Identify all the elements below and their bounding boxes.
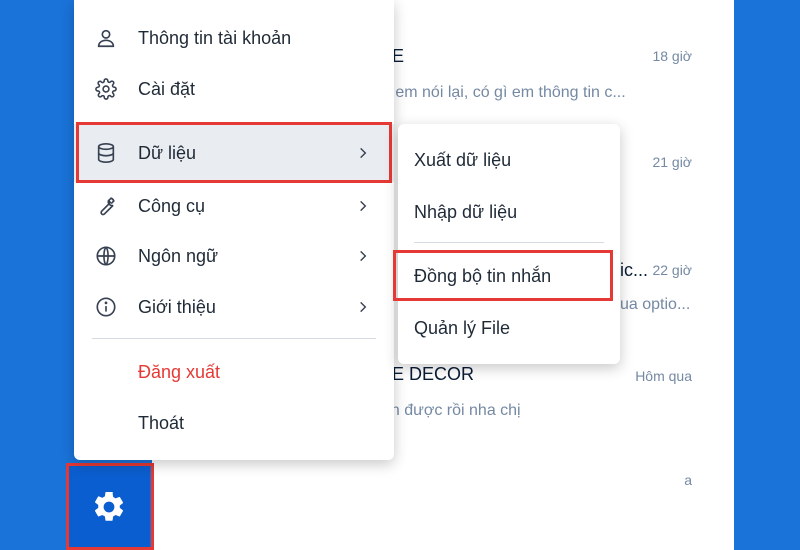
menu-item-language[interactable]: Ngôn ngữ [74,232,394,280]
conversation-item[interactable]: a [152,468,712,528]
submenu-item-label: Nhập dữ liệu [414,201,518,222]
conversation-preview: ận được rồi nha chị [382,402,521,419]
submenu-item-export[interactable]: Xuất dữ liệu [398,136,620,184]
gear-icon [94,77,118,101]
menu-item-logout[interactable]: Đăng xuất [74,348,394,396]
menu-item-tools[interactable]: Công cụ [74,182,394,230]
menu-item-exit[interactable]: Thoát [74,399,394,447]
menu-item-account-info[interactable]: Thông tin tài khoản [74,14,394,62]
conversation-preview: ua optio... [620,296,691,313]
menu-item-label: Cài đặt [138,78,196,99]
conversation-time: 21 giờ [652,154,692,170]
conversation-time: a [684,472,692,488]
menu-item-about[interactable]: Giới thiệu [74,283,394,331]
menu-divider [92,338,376,339]
submenu-item-file-manager[interactable]: Quản lý File [398,304,620,352]
chevron-right-icon [360,250,367,262]
sync-item-highlight [393,250,613,301]
menu-item-label: Ngôn ngữ [138,245,219,266]
settings-menu: Thông tin tài khoản Cài đặt Dữ liệu Công… [74,0,394,460]
submenu-item-label: Quản lý File [414,317,511,338]
wrench-icon [94,194,118,218]
user-icon [94,26,118,50]
settings-button-highlight [66,463,154,550]
submenu-divider [414,242,604,243]
conversation-name: ic... [620,260,649,280]
globe-icon [94,244,118,268]
menu-item-label: Công cụ [138,195,206,216]
submenu-item-import[interactable]: Nhập dữ liệu [398,188,620,236]
info-icon [94,295,118,319]
chevron-right-icon [360,200,367,212]
menu-item-settings[interactable]: Cài đặt [74,65,394,113]
data-item-highlight [76,122,392,183]
conversation-preview: ể em nói lại, có gì em thông tin c... [382,84,626,101]
submenu-item-label: Xuất dữ liệu [414,149,512,170]
menu-item-label: Thông tin tài khoản [138,27,292,48]
menu-item-label: Giới thiệu [138,296,216,317]
menu-item-label: Đăng xuất [138,361,221,382]
conversation-time: Hôm qua [635,368,692,384]
chevron-right-icon [360,301,367,313]
conversation-name: LE DECOR [382,364,475,384]
conversation-time: 22 giờ [652,262,692,278]
conversation-time: 18 giờ [652,48,692,64]
menu-item-label: Thoát [138,412,185,433]
data-submenu: Xuất dữ liệu Nhập dữ liệu Đồng bộ tin nh… [398,124,620,364]
